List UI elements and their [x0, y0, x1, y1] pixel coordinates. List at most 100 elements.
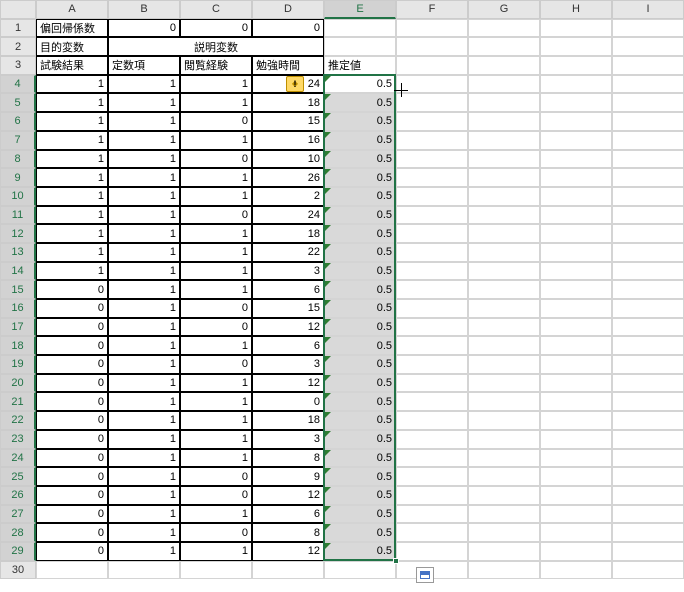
cell-B24[interactable]: 1 — [108, 449, 180, 468]
cell-G19[interactable] — [468, 355, 540, 374]
cell-A13[interactable]: 1 — [36, 243, 108, 262]
cell-C7[interactable]: 1 — [180, 131, 252, 150]
row-header-22[interactable]: 22 — [0, 411, 36, 430]
cell-H17[interactable] — [540, 318, 612, 337]
cell-H1[interactable] — [540, 19, 612, 38]
row-header-1[interactable]: 1 — [0, 19, 36, 38]
cell-I24[interactable] — [612, 449, 684, 468]
cell-G23[interactable] — [468, 430, 540, 449]
cell-G13[interactable] — [468, 243, 540, 262]
row-header-15[interactable]: 15 — [0, 280, 36, 299]
cell-B28[interactable]: 1 — [108, 523, 180, 542]
cell-G25[interactable] — [468, 467, 540, 486]
column-header-D[interactable]: D — [252, 0, 324, 19]
cell-H24[interactable] — [540, 449, 612, 468]
cell-I17[interactable] — [612, 318, 684, 337]
cell-C1[interactable]: 0 — [180, 19, 252, 38]
cell-E23[interactable]: 0.5 — [324, 430, 396, 449]
cell-A23[interactable]: 0 — [36, 430, 108, 449]
cell-D5[interactable]: 18 — [252, 93, 324, 112]
cell-D3[interactable]: 勉強時間 — [252, 56, 324, 75]
column-header-B[interactable]: B — [108, 0, 180, 19]
cell-G30[interactable] — [468, 561, 540, 580]
cell-B17[interactable]: 1 — [108, 318, 180, 337]
cell-G10[interactable] — [468, 187, 540, 206]
cell-G22[interactable] — [468, 411, 540, 430]
cell-G15[interactable] — [468, 280, 540, 299]
cell-B7[interactable]: 1 — [108, 131, 180, 150]
cell-I23[interactable] — [612, 430, 684, 449]
cell-A12[interactable]: 1 — [36, 224, 108, 243]
cell-B20[interactable]: 1 — [108, 374, 180, 393]
row-header-2[interactable]: 2 — [0, 37, 36, 56]
cell-I16[interactable] — [612, 299, 684, 318]
cell-A19[interactable]: 0 — [36, 355, 108, 374]
cell-G1[interactable] — [468, 19, 540, 38]
cell-G26[interactable] — [468, 486, 540, 505]
cell-F16[interactable] — [396, 299, 468, 318]
cell-I19[interactable] — [612, 355, 684, 374]
cell-A20[interactable]: 0 — [36, 374, 108, 393]
cell-H21[interactable] — [540, 392, 612, 411]
cell-I9[interactable] — [612, 168, 684, 187]
cell-C19[interactable]: 0 — [180, 355, 252, 374]
cell-I29[interactable] — [612, 542, 684, 561]
cell-I15[interactable] — [612, 280, 684, 299]
cell-E11[interactable]: 0.5 — [324, 206, 396, 225]
cell-C21[interactable]: 1 — [180, 392, 252, 411]
cell-D8[interactable]: 10 — [252, 150, 324, 169]
cell-A3[interactable]: 試験結果 — [36, 56, 108, 75]
cell-E15[interactable]: 0.5 — [324, 280, 396, 299]
cell-B15[interactable]: 1 — [108, 280, 180, 299]
cell-C10[interactable]: 1 — [180, 187, 252, 206]
cell-D29[interactable]: 12 — [252, 542, 324, 561]
row-header-3[interactable]: 3 — [0, 56, 36, 75]
cell-H29[interactable] — [540, 542, 612, 561]
cell-E2[interactable] — [324, 37, 396, 56]
cell-A17[interactable]: 0 — [36, 318, 108, 337]
cell-C23[interactable]: 1 — [180, 430, 252, 449]
cell-H16[interactable] — [540, 299, 612, 318]
cell-A8[interactable]: 1 — [36, 150, 108, 169]
cell-C26[interactable]: 0 — [180, 486, 252, 505]
cell-A30[interactable] — [36, 561, 108, 580]
cell-H11[interactable] — [540, 206, 612, 225]
cell-A14[interactable]: 1 — [36, 262, 108, 281]
cell-A25[interactable]: 0 — [36, 467, 108, 486]
cell-G21[interactable] — [468, 392, 540, 411]
cell-F13[interactable] — [396, 243, 468, 262]
cell-D1[interactable]: 0 — [252, 19, 324, 38]
cell-B8[interactable]: 1 — [108, 150, 180, 169]
cell-H3[interactable] — [540, 56, 612, 75]
cell-E4[interactable]: 0.5 — [324, 75, 396, 94]
cell-E13[interactable]: 0.5 — [324, 243, 396, 262]
cell-C4[interactable]: 1 — [180, 75, 252, 94]
row-header-13[interactable]: 13 — [0, 243, 36, 262]
cell-E29[interactable]: 0.5 — [324, 542, 396, 561]
row-header-26[interactable]: 26 — [0, 486, 36, 505]
cell-I12[interactable] — [612, 224, 684, 243]
cell-G20[interactable] — [468, 374, 540, 393]
cell-G27[interactable] — [468, 505, 540, 524]
row-header-28[interactable]: 28 — [0, 523, 36, 542]
cell-I30[interactable] — [612, 561, 684, 580]
cell-E19[interactable]: 0.5 — [324, 355, 396, 374]
cell-I25[interactable] — [612, 467, 684, 486]
error-check-icon[interactable] — [286, 76, 304, 92]
cell-C6[interactable]: 0 — [180, 112, 252, 131]
column-header-H[interactable]: H — [540, 0, 612, 19]
cell-G6[interactable] — [468, 112, 540, 131]
row-header-21[interactable]: 21 — [0, 392, 36, 411]
cell-A18[interactable]: 0 — [36, 336, 108, 355]
cell-A2[interactable]: 目的変数 — [36, 37, 108, 56]
cell-B13[interactable]: 1 — [108, 243, 180, 262]
cell-F22[interactable] — [396, 411, 468, 430]
spreadsheet-grid[interactable]: ABCDEFGHI1偏回帰係数0002目的変数説明変数3試験結果定数項閲覧経験勉… — [0, 0, 684, 579]
cell-D14[interactable]: 3 — [252, 262, 324, 281]
cell-F5[interactable] — [396, 93, 468, 112]
cell-B11[interactable]: 1 — [108, 206, 180, 225]
cell-F27[interactable] — [396, 505, 468, 524]
cell-G8[interactable] — [468, 150, 540, 169]
cell-H18[interactable] — [540, 336, 612, 355]
cell-H23[interactable] — [540, 430, 612, 449]
